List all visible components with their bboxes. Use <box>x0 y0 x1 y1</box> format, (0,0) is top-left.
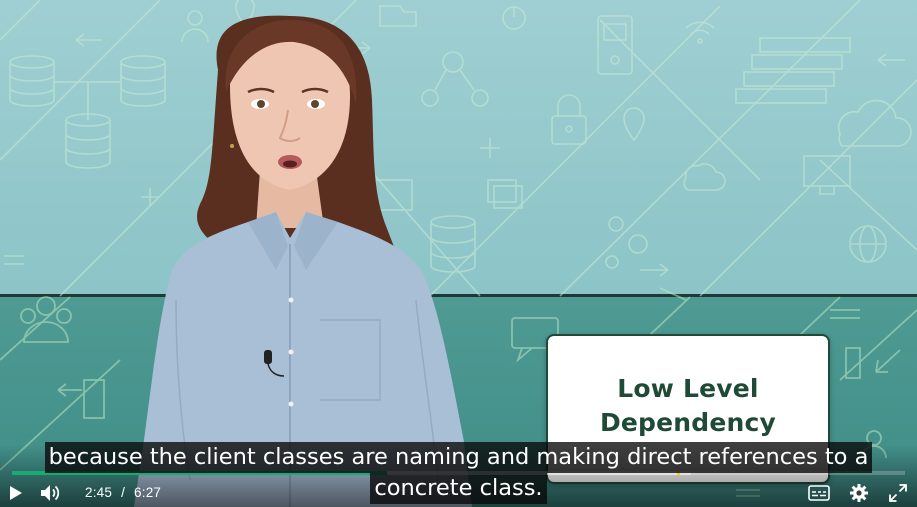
time-separator: / <box>121 485 126 500</box>
settings-button[interactable] <box>846 478 872 507</box>
video-player[interactable]: Low Level Dependency because the client … <box>0 0 917 507</box>
time-display: 2:45 / 6:27 <box>85 478 161 507</box>
presenter <box>134 15 472 507</box>
fullscreen-button[interactable] <box>885 478 911 507</box>
slide-title-line-1: Low Level <box>617 374 759 403</box>
captions-icon <box>808 484 830 501</box>
play-button[interactable] <box>4 478 28 507</box>
progress-bar[interactable] <box>12 471 905 475</box>
duration: 6:27 <box>134 485 162 500</box>
current-time: 2:45 <box>85 485 113 500</box>
volume-icon <box>41 484 60 501</box>
video-frame[interactable]: Low Level Dependency <box>0 0 917 507</box>
play-icon <box>10 485 22 500</box>
fullscreen-icon <box>889 483 907 502</box>
volume-button[interactable] <box>38 478 64 507</box>
control-bar: 2:45 / 6:27 <box>0 478 917 507</box>
slide-title-line-2: Dependency <box>599 408 777 437</box>
progress-chapter-marker <box>677 471 681 475</box>
gear-icon <box>850 483 868 502</box>
progress-played <box>12 471 388 475</box>
captions-button[interactable] <box>805 478 833 507</box>
